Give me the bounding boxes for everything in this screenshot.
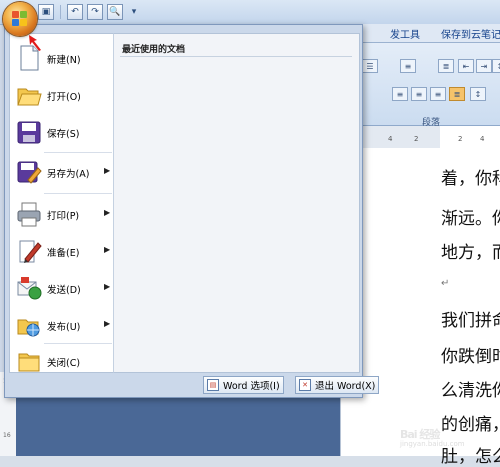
ruler-tick-label: 16 xyxy=(3,432,11,439)
open-folder-icon xyxy=(17,88,42,106)
office-menu: 新建(N) 打开(O) 保存(S) 另存为(A) ▶ 打印(P) ▶ 准备(E)… xyxy=(4,24,380,398)
menu-item-label: 新建(N) xyxy=(47,55,81,66)
save-as-icon xyxy=(17,161,42,184)
menu-item-print[interactable]: 打印(P) ▶ xyxy=(10,196,114,232)
printer-icon xyxy=(17,202,41,227)
recent-documents-title: 最近使用的文档 xyxy=(122,45,186,55)
watermark-logo: Bai 经验 jingyan.baidu.com xyxy=(400,426,492,450)
submenu-arrow-icon: ▶ xyxy=(104,282,111,291)
line-spacing-icon[interactable]: ↕ xyxy=(470,87,486,101)
align-right-icon[interactable]: ≡ xyxy=(430,87,446,101)
tab-save-to-cloud-note[interactable]: 保存到云笔记 xyxy=(441,26,500,41)
undo-icon[interactable]: ↶ xyxy=(67,4,83,20)
send-icon xyxy=(17,277,42,300)
ruler-tick-label: 4 xyxy=(480,135,485,143)
menu-item-open[interactable]: 打开(O) xyxy=(10,77,114,113)
word-options-button[interactable]: ▤ Word 选项(I) xyxy=(203,376,284,394)
document-line: 地方，而 xyxy=(441,243,500,263)
ribbon-tabs: 发工具 保存到云笔记 xyxy=(340,24,500,43)
recent-documents-panel: 最近使用的文档 xyxy=(113,33,360,373)
submenu-arrow-icon: ▶ xyxy=(104,166,111,175)
close-icon: ✕ xyxy=(299,379,311,391)
menu-item-new[interactable]: 新建(N) xyxy=(10,40,114,76)
office-menu-commands: 新建(N) 打开(O) 保存(S) 另存为(A) ▶ 打印(P) ▶ 准备(E)… xyxy=(9,33,115,373)
align-left-icon[interactable]: ≡ xyxy=(392,87,408,101)
exit-word-button[interactable]: ✕ 退出 Word(X) xyxy=(295,376,380,394)
menu-item-label: 关闭(C) xyxy=(47,358,81,369)
print-preview-icon[interactable]: 🔍 xyxy=(107,4,123,20)
numbering-icon[interactable]: ≡ xyxy=(400,59,416,73)
document-line: 我们拼命 xyxy=(441,311,500,331)
sort-icon[interactable]: ↕ xyxy=(492,59,500,73)
office-logo-icon xyxy=(12,11,28,27)
align-center-icon[interactable]: ≡ xyxy=(411,87,427,101)
menu-item-label: 保存(S) xyxy=(47,129,80,140)
decrease-indent-icon[interactable]: ⇤ xyxy=(458,59,474,73)
watermark-url: jingyan.baidu.com xyxy=(400,440,465,448)
document-line: 着，你科 xyxy=(441,169,500,189)
paragraph-mark: ↵ xyxy=(441,278,450,289)
exit-word-label: 退出 Word(X) xyxy=(315,381,376,392)
customize-dropdown-icon[interactable]: ▾ xyxy=(127,5,141,19)
menu-item-save[interactable]: 保存(S) xyxy=(10,114,114,150)
menu-item-label: 发布(U) xyxy=(47,322,81,333)
menu-divider xyxy=(44,152,112,153)
title-bar: ▣ ↶ ↷ 🔍 ▾ xyxy=(0,0,500,25)
menu-item-label: 准备(E) xyxy=(47,248,80,259)
options-icon: ▤ xyxy=(207,379,219,391)
quick-access-toolbar: ▣ ↶ ↷ 🔍 ▾ xyxy=(38,4,141,20)
justify-icon[interactable]: ≣ xyxy=(449,87,465,101)
document-line: 你跌倒时 xyxy=(441,347,500,367)
menu-item-label: 打开(O) xyxy=(47,92,81,103)
recent-documents-divider xyxy=(120,56,352,57)
submenu-arrow-icon: ▶ xyxy=(104,319,111,328)
menu-item-label: 发送(D) xyxy=(47,285,81,296)
ribbon-paragraph-group: ☰ ≡ ≣ ⇤ ⇥ ↕ ≡ ≡ ≡ ≣ ↕ 段落 xyxy=(340,43,500,128)
tab-developer[interactable]: 发工具 xyxy=(390,26,420,41)
menu-item-publish[interactable]: 发布(U) ▶ xyxy=(10,307,114,343)
menu-divider xyxy=(44,193,112,194)
toolbar-divider xyxy=(60,5,61,19)
submenu-arrow-icon: ▶ xyxy=(104,245,111,254)
menu-item-save-as[interactable]: 另存为(A) ▶ xyxy=(10,154,114,190)
menu-item-label: 打印(P) xyxy=(47,211,80,222)
menu-item-send[interactable]: 发送(D) ▶ xyxy=(10,270,114,306)
redo-icon[interactable]: ↷ xyxy=(87,4,103,20)
annotation-arrow-icon xyxy=(29,35,41,51)
prepare-icon xyxy=(19,240,42,263)
word-options-label: Word 选项(I) xyxy=(223,381,280,392)
document-line: 渐远。你 xyxy=(441,209,500,229)
save-icon xyxy=(17,121,41,144)
menu-item-prepare[interactable]: 准备(E) ▶ xyxy=(10,233,114,269)
document-line: 么清洗你 xyxy=(441,381,500,401)
office-button[interactable] xyxy=(3,2,37,36)
multilevel-list-icon[interactable]: ≣ xyxy=(438,59,454,73)
ruler-tick-label: 4 xyxy=(388,135,393,143)
increase-indent-icon[interactable]: ⇥ xyxy=(476,59,492,73)
publish-icon xyxy=(17,319,40,337)
save-icon[interactable]: ▣ xyxy=(38,4,54,20)
document-page[interactable]: 着，你科 渐远。你 地方，而 ↵ 我们拼命 你跌倒时 么清洗你 的创痛， 肚，怎… xyxy=(340,148,500,467)
ruler-tick-label: 2 xyxy=(458,135,463,143)
horizontal-ruler[interactable]: 4 2 2 4 xyxy=(340,126,500,149)
submenu-arrow-icon: ▶ xyxy=(104,208,111,217)
bullets-icon[interactable]: ☰ xyxy=(362,59,378,73)
ruler-tick-label: 2 xyxy=(414,135,419,143)
office-menu-footer: ▤ Word 选项(I) ✕ 退出 Word(X) xyxy=(5,371,380,397)
menu-item-label: 另存为(A) xyxy=(47,169,90,180)
